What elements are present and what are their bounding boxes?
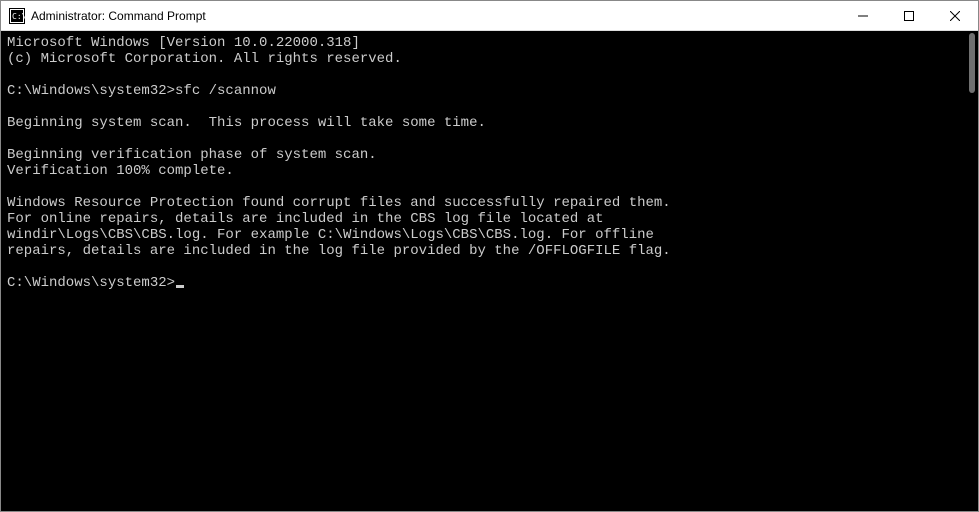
- terminal-line: Verification 100% complete.: [7, 163, 972, 179]
- terminal-line: [7, 131, 972, 147]
- terminal-area: Microsoft Windows [Version 10.0.22000.31…: [1, 31, 978, 511]
- terminal-line: [7, 259, 972, 275]
- terminal-line: For online repairs, details are included…: [7, 211, 972, 227]
- terminal-line: [7, 67, 972, 83]
- close-button[interactable]: [932, 1, 978, 30]
- terminal-line: [7, 179, 972, 195]
- command-prompt-window: C:\ Administrator: Command Prompt Micros…: [0, 0, 979, 512]
- minimize-button[interactable]: [840, 1, 886, 30]
- terminal-line: C:\Windows\system32>sfc /scannow: [7, 83, 972, 99]
- terminal-line: windir\Logs\CBS\CBS.log. For example C:\…: [7, 227, 972, 243]
- maximize-button[interactable]: [886, 1, 932, 30]
- terminal-output[interactable]: Microsoft Windows [Version 10.0.22000.31…: [1, 31, 978, 511]
- scrollbar[interactable]: [966, 31, 978, 511]
- terminal-line: (c) Microsoft Corporation. All rights re…: [7, 51, 972, 67]
- terminal-line: Beginning verification phase of system s…: [7, 147, 972, 163]
- terminal-line: C:\Windows\system32>: [7, 275, 972, 291]
- titlebar[interactable]: C:\ Administrator: Command Prompt: [1, 1, 978, 31]
- window-title: Administrator: Command Prompt: [31, 9, 840, 23]
- window-controls: [840, 1, 978, 30]
- terminal-line: [7, 99, 972, 115]
- scrollbar-thumb[interactable]: [969, 33, 975, 93]
- cmd-icon: C:\: [9, 8, 25, 24]
- svg-text:C:\: C:\: [12, 12, 25, 21]
- terminal-line: repairs, details are included in the log…: [7, 243, 972, 259]
- cursor: [176, 285, 184, 288]
- terminal-line: Microsoft Windows [Version 10.0.22000.31…: [7, 35, 972, 51]
- terminal-line: Beginning system scan. This process will…: [7, 115, 972, 131]
- terminal-line: Windows Resource Protection found corrup…: [7, 195, 972, 211]
